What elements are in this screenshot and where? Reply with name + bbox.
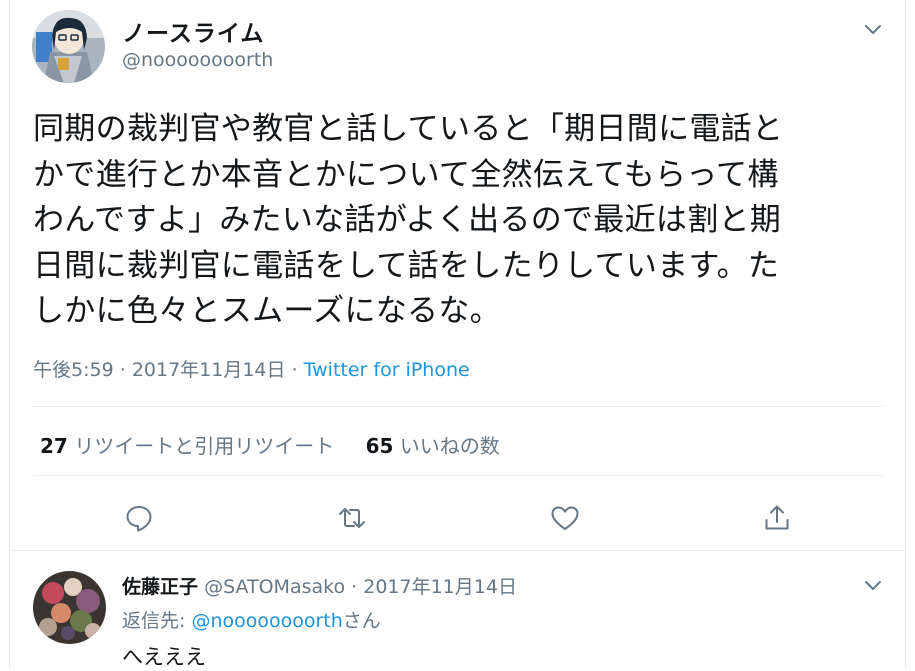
meta-separator: ·	[119, 359, 126, 381]
author-name[interactable]: ノースライム	[122, 14, 264, 48]
retweets-count: 27	[40, 434, 68, 458]
divider	[10, 550, 905, 551]
reply-header: 佐藤正子 @SATOMasako · 2017年11月14日	[122, 572, 517, 599]
retweet-button[interactable]	[337, 503, 367, 533]
reply-to-mention[interactable]: @noooooooorth	[191, 610, 342, 632]
reply-author-avatar[interactable]	[33, 571, 106, 644]
likes-label: いいねの数	[399, 434, 500, 458]
retweet-icon	[339, 508, 365, 528]
tweet-date[interactable]: 2017年11月14日	[132, 359, 286, 381]
reply-button[interactable]	[124, 503, 154, 533]
share-button[interactable]	[762, 503, 792, 533]
reply-to-suffix: さん	[342, 610, 381, 632]
tweet-stats: 27 リツイートと引用リツイート 65 いいねの数	[40, 430, 525, 459]
author-avatar[interactable]	[32, 10, 105, 83]
author-handle[interactable]: @noooooooorth	[122, 49, 273, 71]
reply-date[interactable]: 2017年11月14日	[363, 576, 517, 598]
tweet-text: 同期の裁判官や教官と話していると「期日間に電話と かで進行とか本音とかについて全…	[33, 111, 784, 329]
tweet-source-link[interactable]: Twitter for iPhone	[304, 359, 470, 381]
reply-context: 返信先: @noooooooorthさん	[122, 606, 381, 633]
likes-stat[interactable]: 65 いいねの数	[366, 430, 500, 459]
share-icon	[765, 505, 789, 530]
reply-menu-chevron-down-icon[interactable]	[862, 574, 884, 596]
retweets-stat[interactable]: 27 リツイートと引用リツイート	[40, 430, 334, 459]
divider	[33, 475, 883, 476]
reply-author-name[interactable]: 佐藤正子	[122, 576, 198, 598]
like-button[interactable]	[550, 503, 580, 533]
reply-text: へえええ	[122, 645, 206, 669]
heart-icon	[551, 506, 579, 530]
retweets-label: リツイートと引用リツイート	[74, 434, 335, 458]
tweet-time[interactable]: 午後5:59	[33, 359, 114, 381]
tweet-menu-chevron-down-icon[interactable]	[862, 18, 884, 40]
reply-author-handle[interactable]: @SATOMasako	[204, 576, 345, 598]
meta-separator: ·	[351, 576, 358, 598]
timeline-border-right	[905, 0, 906, 670]
likes-count: 65	[365, 434, 394, 458]
meta-separator: ·	[291, 359, 298, 381]
divider	[33, 406, 883, 407]
reply-icon	[126, 506, 152, 532]
tweet-timestamp: 午後5:59 · 2017年11月14日 · Twitter for iPhon…	[33, 355, 470, 382]
timeline-border-left	[9, 0, 10, 670]
reply-to-label: 返信先:	[122, 610, 186, 632]
